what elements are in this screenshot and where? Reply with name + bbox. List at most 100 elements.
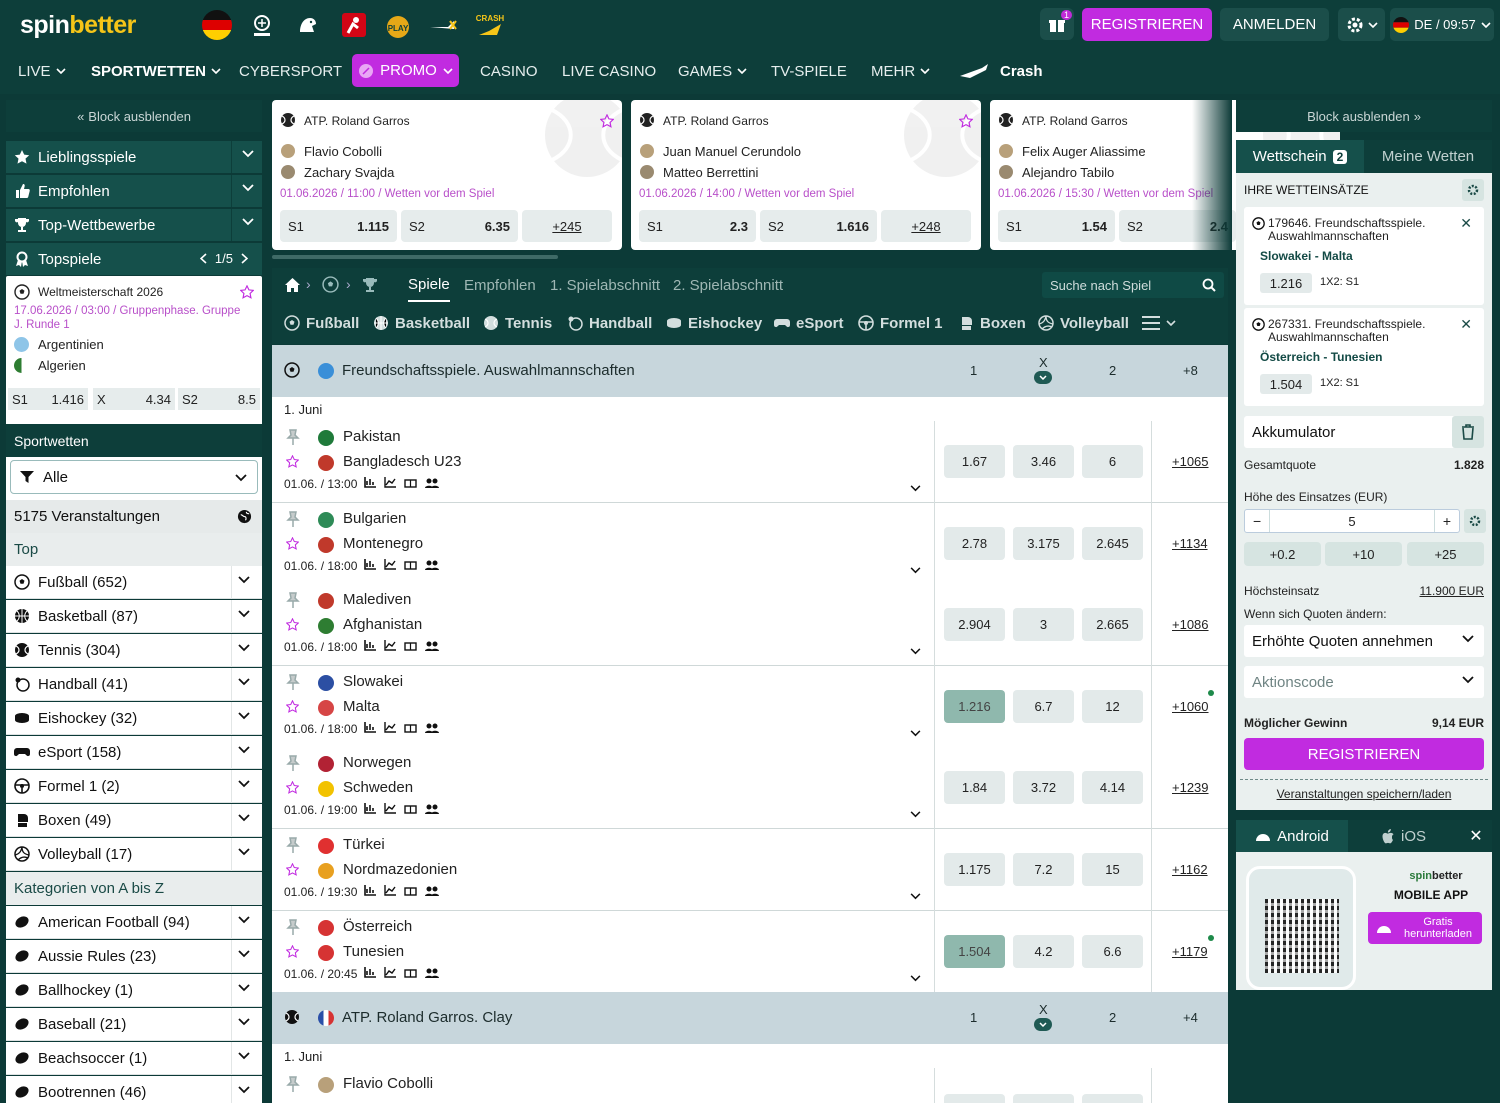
line-chart-icon[interactable] — [384, 885, 396, 896]
lineups-icon[interactable] — [425, 722, 439, 733]
tab-my-bets[interactable]: Meine Wetten — [1364, 140, 1492, 173]
line-chart-icon[interactable] — [384, 640, 396, 651]
sidebar-item-top-competitions[interactable]: Top-Wettbewerbe — [6, 209, 262, 241]
soccer-ball-icon[interactable] — [322, 276, 339, 293]
pin-icon[interactable] — [286, 510, 300, 527]
featured-odd-s1[interactable]: S1 2.3 — [639, 210, 756, 242]
trophy-icon[interactable] — [362, 277, 378, 293]
odd-x-button[interactable] — [1013, 1094, 1074, 1103]
odd-x-button[interactable]: 4.2 — [1013, 934, 1074, 968]
topspiele-pager[interactable]: 1/5 — [199, 251, 248, 266]
odd-1-button[interactable]: 2.78 — [944, 526, 1005, 560]
odds-change-select[interactable]: Erhöhte Quoten annehmen — [1244, 625, 1484, 657]
featured-more-markets[interactable]: +248 — [881, 210, 971, 242]
line-chart-icon[interactable] — [384, 477, 396, 488]
nav-promo[interactable]: PROMO — [352, 54, 459, 87]
pin-icon[interactable] — [286, 837, 300, 853]
download-app-button[interactable]: Gratis herunterladen — [1368, 912, 1482, 944]
featured-match-card[interactable]: ATP. Roland Garros Juan Manuel Cerundolo M… — [631, 100, 981, 250]
sidebar-sport-formel-1[interactable]: Formel 1 (2) — [6, 770, 262, 803]
odd-2-button[interactable]: 15 — [1082, 853, 1143, 886]
favorite-star-icon[interactable] — [600, 114, 614, 128]
lineups-icon[interactable] — [425, 559, 439, 570]
odd-x-button[interactable]: 6.7 — [1013, 689, 1074, 723]
statistics-icon[interactable] — [364, 803, 376, 815]
odd-x-button[interactable]: 7.2 — [1013, 853, 1074, 886]
odd-x-button[interactable]: 3.72 — [1013, 771, 1074, 805]
sidebar-sport-esport[interactable]: eSport (158) — [6, 736, 262, 769]
odd-2-button[interactable] — [1082, 1094, 1143, 1103]
statistics-icon[interactable] — [364, 966, 376, 978]
field-icon[interactable] — [404, 885, 417, 896]
more-markets-link[interactable]: +1065 — [1172, 454, 1209, 469]
more-markets-link[interactable]: +1086 — [1172, 617, 1209, 632]
sidebar-category-aussie-rules[interactable]: Aussie Rules (23) — [6, 940, 262, 973]
sidebar-category-bootrennen[interactable]: Bootrennen (46) — [6, 1076, 262, 1103]
stake-increase-button[interactable]: + — [1443, 513, 1451, 529]
stake-settings-button[interactable] — [1464, 509, 1486, 533]
sidebar-category-american-football[interactable]: American Football (94) — [6, 906, 262, 939]
odd-1-button[interactable] — [944, 1094, 1005, 1103]
nav-live-casino[interactable]: LIVE CASINO — [562, 48, 656, 94]
match-search-input[interactable]: Suche nach Spiel — [1042, 272, 1224, 298]
sport-tab-basketball[interactable]: Basketball — [373, 302, 470, 344]
field-icon[interactable] — [404, 477, 417, 488]
match-row[interactable]: Slowakei Malta 01.06. / 18:00 1.216 6.7 … — [272, 665, 1228, 748]
promo-code-input[interactable]: Aktionscode — [1244, 666, 1484, 698]
play-icon[interactable]: PLAY — [382, 9, 414, 41]
hide-left-block-button[interactable]: « Block ausblenden — [6, 100, 262, 132]
favorite-star-icon[interactable] — [286, 944, 299, 958]
favorite-star-icon[interactable] — [286, 455, 299, 468]
sidebar-sport-eishockey[interactable]: Eishockey (32) — [6, 702, 262, 735]
tab-spiele[interactable]: Spiele — [408, 268, 450, 302]
lineups-icon[interactable] — [425, 640, 439, 652]
chevron-down-icon[interactable] — [910, 485, 921, 492]
chevron-right-icon[interactable] — [241, 253, 248, 264]
statistics-icon[interactable] — [364, 640, 376, 651]
slip-settings-button[interactable] — [1462, 179, 1484, 201]
nav-tv-spiele[interactable]: TV-SPIELE — [771, 48, 847, 94]
nav-crash[interactable]: Crash — [958, 48, 1043, 94]
chevron-left-icon[interactable] — [199, 253, 207, 264]
nav-mehr[interactable]: MEHR — [871, 48, 930, 94]
sport-tab-volleyball[interactable]: Volleyball — [1038, 302, 1129, 344]
sidebar-sport-tennis[interactable]: Tennis (304) — [6, 634, 262, 667]
top-match-odd-s2[interactable]: S2 8.5 — [178, 388, 260, 410]
statistics-icon[interactable] — [364, 885, 376, 896]
lineups-icon[interactable] — [425, 477, 439, 488]
nav-live[interactable]: LIVE — [18, 48, 66, 94]
field-icon[interactable] — [404, 803, 417, 815]
germany-flag-icon[interactable] — [201, 9, 233, 41]
tab-android[interactable]: Android — [1236, 820, 1348, 852]
nav-sportwetten[interactable]: SPORTWETTEN — [91, 48, 221, 94]
spinbetter-logo[interactable]: spinbetter — [20, 11, 136, 40]
premier-league-icon[interactable] — [292, 9, 324, 41]
globe-icon[interactable] — [237, 509, 252, 524]
chevron-down-icon[interactable] — [910, 893, 921, 900]
odd-1-button[interactable]: 1.175 — [944, 853, 1005, 886]
match-row[interactable]: Norwegen Schweden 01.06. / 19:00 1.84 3.… — [272, 747, 1228, 830]
sport-tab-handball[interactable]: Handball — [567, 302, 652, 344]
sport-tab-formel-1[interactable]: Formel 1 — [858, 302, 943, 344]
close-app-panel-button[interactable]: ✕ — [1460, 820, 1492, 852]
field-icon[interactable] — [404, 967, 417, 978]
login-button[interactable]: ANMELDEN — [1220, 8, 1329, 41]
carousel-scrollbar[interactable] — [272, 255, 558, 259]
match-row[interactable]: Türkei Nordmazedonien 01.06. / 19:30 1.1… — [272, 829, 1228, 911]
tab-bet-slip[interactable]: Wettschein 2 — [1236, 140, 1364, 173]
statistics-icon[interactable] — [364, 721, 376, 733]
featured-odd-s2[interactable]: S2 6.35 — [401, 210, 518, 242]
league-header[interactable]: ATP. Roland Garros. Clay 1 X 2 +4 — [272, 992, 1228, 1044]
league-more-markets[interactable]: +8 — [1183, 363, 1198, 378]
more-sports-button[interactable] — [1142, 302, 1176, 344]
odd-2-button[interactable]: 2.665 — [1082, 608, 1143, 642]
top-match-odd-s1[interactable]: S1 1.416 — [8, 388, 88, 410]
top-match-odd-x[interactable]: X 4.34 — [93, 388, 175, 410]
more-markets-link[interactable]: +1239 — [1172, 780, 1209, 795]
language-time-button[interactable]: DE / 09:57 — [1390, 8, 1494, 41]
odd-1-button[interactable]: 1.84 — [944, 771, 1005, 805]
pin-icon[interactable] — [286, 429, 300, 445]
save-load-events-link[interactable]: Veranstaltungen speichern/laden — [1236, 787, 1492, 801]
lineups-icon[interactable] — [425, 967, 439, 978]
odd-1-button[interactable]: 1.67 — [944, 445, 1005, 478]
